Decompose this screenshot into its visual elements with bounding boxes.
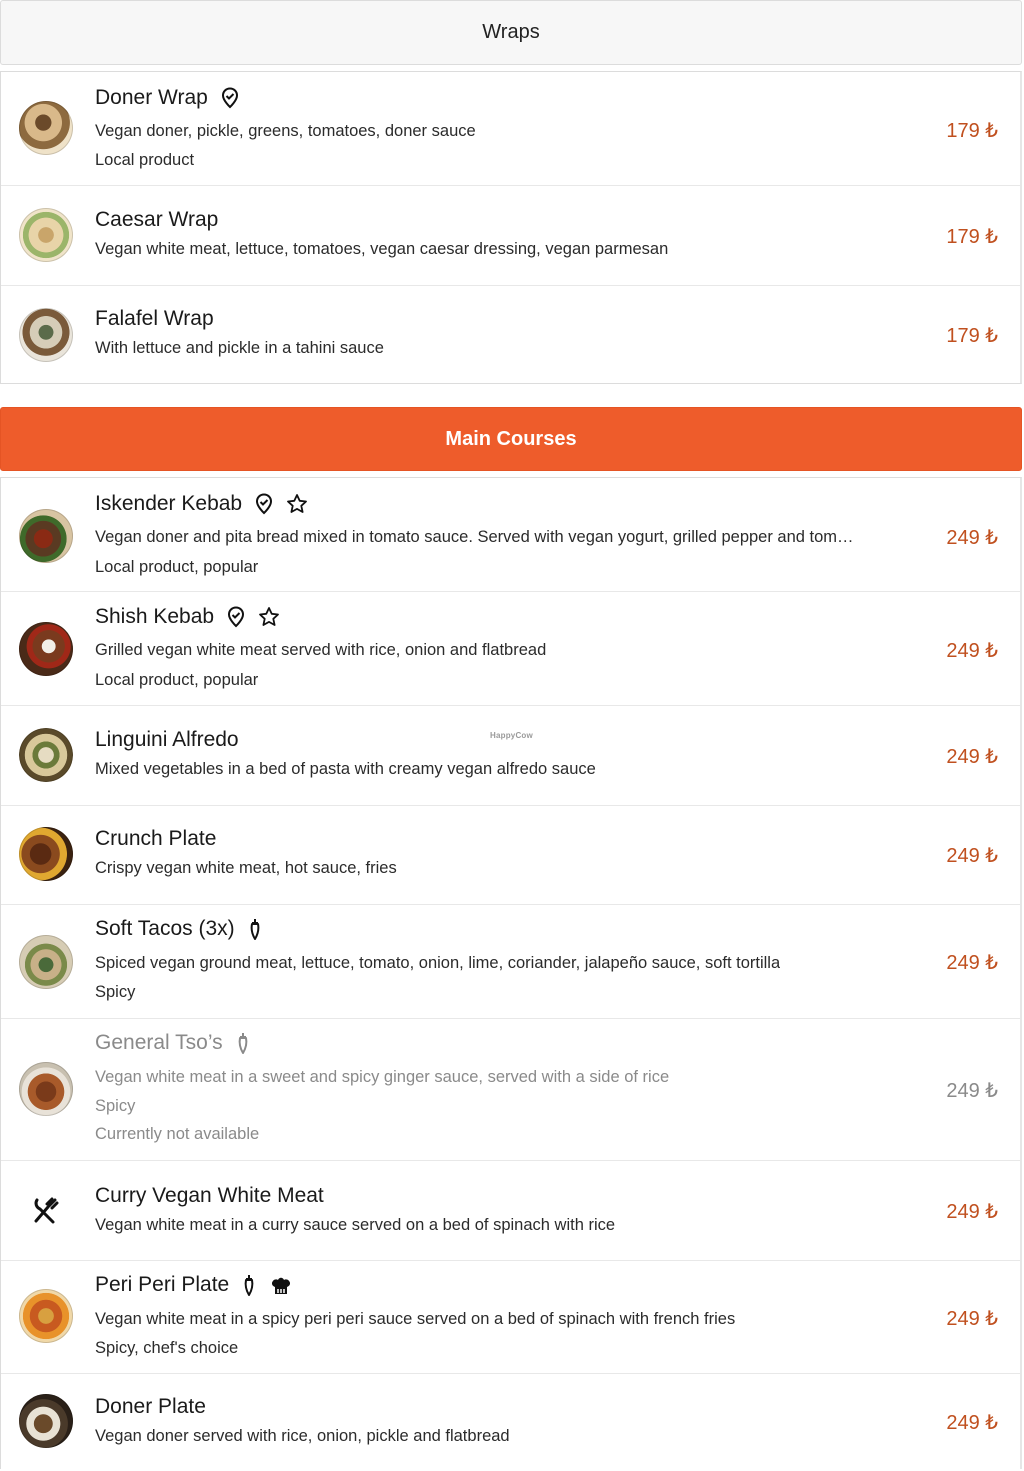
list-item[interactable]: Iskender Kebab Vegan doner and pita brea… — [1, 478, 1020, 592]
dish-name: General Tso’s — [95, 1031, 223, 1054]
dish-thumbnail — [19, 935, 73, 989]
dish-description: Mixed vegetables in a bed of pasta with … — [95, 760, 596, 778]
dish-description: Grilled vegan white meat served with ric… — [95, 641, 547, 659]
dish-price: 249 ₺ — [946, 640, 998, 662]
star-icon — [286, 493, 308, 515]
dish-name: Shish Kebab — [95, 605, 215, 628]
dish-thumbnail — [19, 827, 73, 881]
dish-name: Iskender Kebab — [95, 492, 243, 515]
chili-pepper-icon — [235, 1031, 251, 1055]
dish-name: Caesar Wrap — [95, 208, 219, 231]
dish-name-row: Falafel Wrap — [95, 307, 214, 331]
dish-tags: Local product, popular — [95, 558, 259, 576]
availability-status: Currently not available — [95, 1125, 260, 1143]
section-header-label: Main Courses — [445, 427, 577, 450]
dish-description: Crispy vegan white meat, hot sauce, frie… — [95, 859, 397, 877]
list-item[interactable]: Falafel Wrap With lettuce and pickle in … — [1, 286, 1020, 385]
dish-tags: Spicy — [95, 983, 136, 1001]
list-item[interactable]: Doner Plate Vegan doner served with rice… — [1, 1374, 1020, 1470]
dish-thumbnail — [19, 208, 73, 262]
dish-tags: Local product — [95, 151, 195, 169]
dish-description: Vegan white meat in a spicy peri peri sa… — [95, 1310, 736, 1328]
dish-name: Linguini Alfredo — [95, 728, 239, 751]
dish-description: Vegan doner and pita bread mixed in toma… — [95, 528, 854, 546]
dish-tags: Spicy, chef's choice — [95, 1339, 239, 1357]
dish-name-row: Crunch Plate — [95, 827, 216, 851]
dish-name-row: Doner Wrap — [95, 86, 240, 110]
dish-name: Soft Tacos (3x) — [95, 917, 235, 940]
cutlery-icon — [19, 1184, 73, 1238]
dish-description: Vegan doner, pickle, greens, tomatoes, d… — [95, 122, 476, 140]
dish-name: Doner Plate — [95, 1395, 206, 1418]
dish-description: Vegan white meat, lettuce, tomatoes, veg… — [95, 240, 669, 258]
dish-price: 249 ₺ — [946, 746, 998, 768]
dish-name: Crunch Plate — [95, 827, 217, 850]
dish-thumbnail — [19, 308, 73, 362]
dish-thumbnail — [19, 101, 73, 155]
dish-price: 249 ₺ — [946, 1201, 998, 1223]
dish-description: Vegan white meat in a curry sauce served… — [95, 1216, 616, 1234]
list-item[interactable]: Crunch Plate Crispy vegan white meat, ho… — [1, 806, 1020, 905]
dish-name-row: Peri Peri Plate — [95, 1273, 293, 1297]
star-icon — [258, 606, 280, 628]
chili-pepper-icon — [241, 1273, 257, 1297]
dish-thumbnail — [19, 622, 73, 676]
dish-name-row: Doner Plate — [95, 1395, 206, 1419]
dish-price: 179 ₺ — [946, 226, 998, 248]
section-header-label: Wraps — [482, 21, 540, 43]
dish-name: Falafel Wrap — [95, 307, 214, 330]
list-item[interactable]: Caesar Wrap Vegan white meat, lettuce, t… — [1, 186, 1020, 286]
dish-thumbnail — [19, 1062, 73, 1116]
list-item[interactable]: Shish Kebab Grilled vegan white meat ser… — [1, 592, 1020, 706]
section-header-wraps[interactable]: Wraps — [0, 0, 1022, 65]
dish-name-row: General Tso’s — [95, 1031, 251, 1055]
dish-price: 249 ₺ — [946, 952, 998, 974]
dish-name-row: Linguini Alfredo — [95, 728, 239, 752]
dish-name-row: Shish Kebab — [95, 605, 280, 629]
list-item[interactable]: Linguini Alfredo Mixed vegetables in a b… — [1, 706, 1020, 806]
dish-description: Spiced vegan ground meat, lettuce, tomat… — [95, 954, 781, 972]
dish-price: 249 ₺ — [946, 1308, 998, 1330]
dish-thumbnail — [19, 509, 73, 563]
dish-thumbnail — [19, 1289, 73, 1343]
location-pin-icon — [254, 493, 274, 515]
dish-name: Curry Vegan White Meat — [95, 1184, 324, 1207]
dish-price: 249 ₺ — [946, 845, 998, 867]
dish-tags: Local product, popular — [95, 671, 259, 689]
dish-description: Vegan doner served with rice, onion, pic… — [95, 1427, 510, 1445]
dish-tags: Spicy — [95, 1097, 136, 1115]
dish-name: Doner Wrap — [95, 86, 208, 109]
chili-pepper-icon — [247, 917, 263, 941]
dish-price: 249 ₺ — [946, 527, 998, 549]
dish-name: Peri Peri Plate — [95, 1273, 230, 1296]
section-header-main-courses[interactable]: Main Courses — [0, 407, 1022, 471]
dish-thumbnail — [19, 1394, 73, 1448]
dish-price: 179 ₺ — [946, 120, 998, 142]
dish-price: 249 ₺ — [946, 1080, 998, 1102]
dish-thumbnail — [19, 728, 73, 782]
dish-name-row: Caesar Wrap — [95, 208, 218, 232]
list-item[interactable]: General Tso’s Vegan white meat in a swee… — [1, 1019, 1020, 1161]
chef-hat-icon — [269, 1273, 293, 1297]
dish-price: 249 ₺ — [946, 1412, 998, 1434]
dish-name-row: Curry Vegan White Meat — [95, 1184, 324, 1208]
dish-price: 179 ₺ — [946, 325, 998, 347]
wraps-list: Doner Wrap Vegan doner, pickle, greens, … — [0, 71, 1022, 384]
list-item[interactable]: Doner Wrap Vegan doner, pickle, greens, … — [1, 72, 1020, 186]
list-item[interactable]: Soft Tacos (3x) Spiced vegan ground meat… — [1, 905, 1020, 1019]
location-pin-icon — [226, 606, 246, 628]
list-item[interactable]: Curry Vegan White Meat Vegan white meat … — [1, 1161, 1020, 1261]
dish-description: With lettuce and pickle in a tahini sauc… — [95, 339, 384, 357]
dish-description: Vegan white meat in a sweet and spicy gi… — [95, 1068, 670, 1086]
watermark: HappyCow — [490, 731, 533, 740]
dish-name-row: Soft Tacos (3x) — [95, 917, 263, 941]
main-courses-list: Iskender Kebab Vegan doner and pita brea… — [0, 477, 1022, 1469]
list-item[interactable]: Peri Peri Plate Vegan white meat in a sp… — [1, 1261, 1020, 1374]
dish-name-row: Iskender Kebab — [95, 492, 308, 516]
location-pin-icon — [220, 87, 240, 109]
